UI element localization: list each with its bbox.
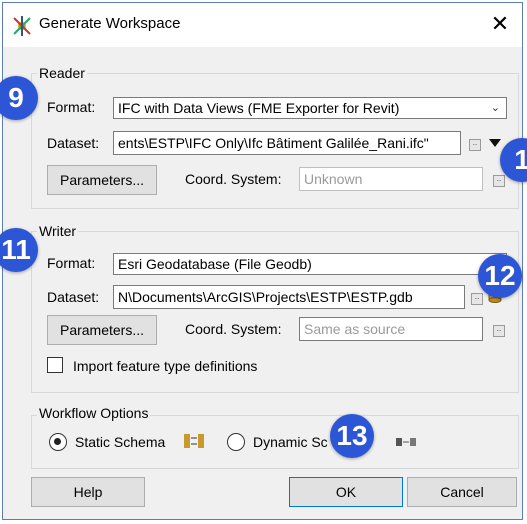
- reader-dataset-browse-button[interactable]: ..: [469, 139, 481, 151]
- reader-dataset-label: Dataset:: [47, 135, 100, 151]
- reader-format-dropdown[interactable]: IFC with Data Views (FME Exporter for Re…: [113, 97, 507, 119]
- dialog-title: Generate Workspace: [39, 15, 181, 32]
- close-button[interactable]: ✕: [488, 11, 512, 37]
- writer-format-value: Esri Geodatabase (File Geodb): [118, 256, 312, 272]
- writer-format-dropdown[interactable]: Esri Geodatabase (File Geodb) ⌄: [113, 253, 507, 275]
- fme-workspace-icon: [13, 16, 31, 36]
- callout-badge-12: 12: [478, 254, 522, 298]
- help-button[interactable]: Help: [31, 477, 145, 507]
- import-feature-types-label: Import feature type definitions: [73, 358, 258, 374]
- chevron-down-icon: ⌄: [490, 102, 500, 114]
- title-bar: Generate Workspace ✕: [3, 3, 522, 47]
- radio-selected-dot: [54, 438, 61, 445]
- reader-coord-label: Coord. System:: [185, 171, 282, 187]
- writer-dataset-browse-button[interactable]: ..: [471, 293, 483, 305]
- dynamic-schema-icon: [396, 438, 416, 446]
- writer-group-label: Writer: [37, 223, 79, 239]
- workflow-options-label: Workflow Options: [37, 405, 151, 421]
- reader-format-value: IFC with Data Views (FME Exporter for Re…: [118, 100, 400, 116]
- reader-dataset-value: ents\ESTP\IFC Only\Ifc Bâtiment Galilée_…: [118, 135, 429, 151]
- cancel-button[interactable]: Cancel: [407, 477, 517, 507]
- reader-coord-browse-button[interactable]: ..: [493, 175, 505, 187]
- reader-dataset-input[interactable]: ents\ESTP\IFC Only\Ifc Bâtiment Galilée_…: [113, 131, 461, 155]
- reader-parameters-button[interactable]: Parameters...: [47, 165, 157, 195]
- dynamic-schema-radio[interactable]: [227, 433, 245, 451]
- reader-format-label: Format:: [47, 99, 96, 115]
- writer-coord-browse-button[interactable]: ..: [493, 325, 505, 337]
- reader-group-label: Reader: [37, 65, 87, 81]
- reader-coord-value: Unknown: [304, 171, 363, 187]
- writer-coord-placeholder: Same as source: [304, 321, 406, 337]
- static-schema-icon: [184, 434, 204, 448]
- writer-dataset-input[interactable]: N\Documents\ArcGIS\Projects\ESTP\ESTP.gd…: [113, 285, 465, 309]
- writer-coord-label: Coord. System:: [185, 321, 282, 337]
- static-schema-label: Static Schema: [75, 434, 166, 450]
- reader-coord-input[interactable]: Unknown: [299, 167, 483, 191]
- writer-dataset-label: Dataset:: [47, 289, 100, 305]
- dynamic-schema-label: Dynamic Sc: [253, 434, 328, 450]
- writer-coord-input[interactable]: Same as source: [299, 317, 483, 341]
- writer-parameters-button[interactable]: Parameters...: [47, 315, 157, 345]
- callout-badge-13: 13: [330, 414, 374, 458]
- generate-workspace-dialog: Generate Workspace ✕ Reader Format: IFC …: [2, 2, 523, 520]
- ok-button[interactable]: OK: [289, 477, 403, 507]
- writer-format-label: Format:: [47, 255, 96, 271]
- writer-dataset-value: N\Documents\ArcGIS\Projects\ESTP\ESTP.gd…: [118, 289, 413, 305]
- dropdown-arrow-icon[interactable]: [489, 139, 501, 149]
- import-feature-types-checkbox[interactable]: [47, 357, 63, 373]
- static-schema-radio[interactable]: [49, 433, 67, 451]
